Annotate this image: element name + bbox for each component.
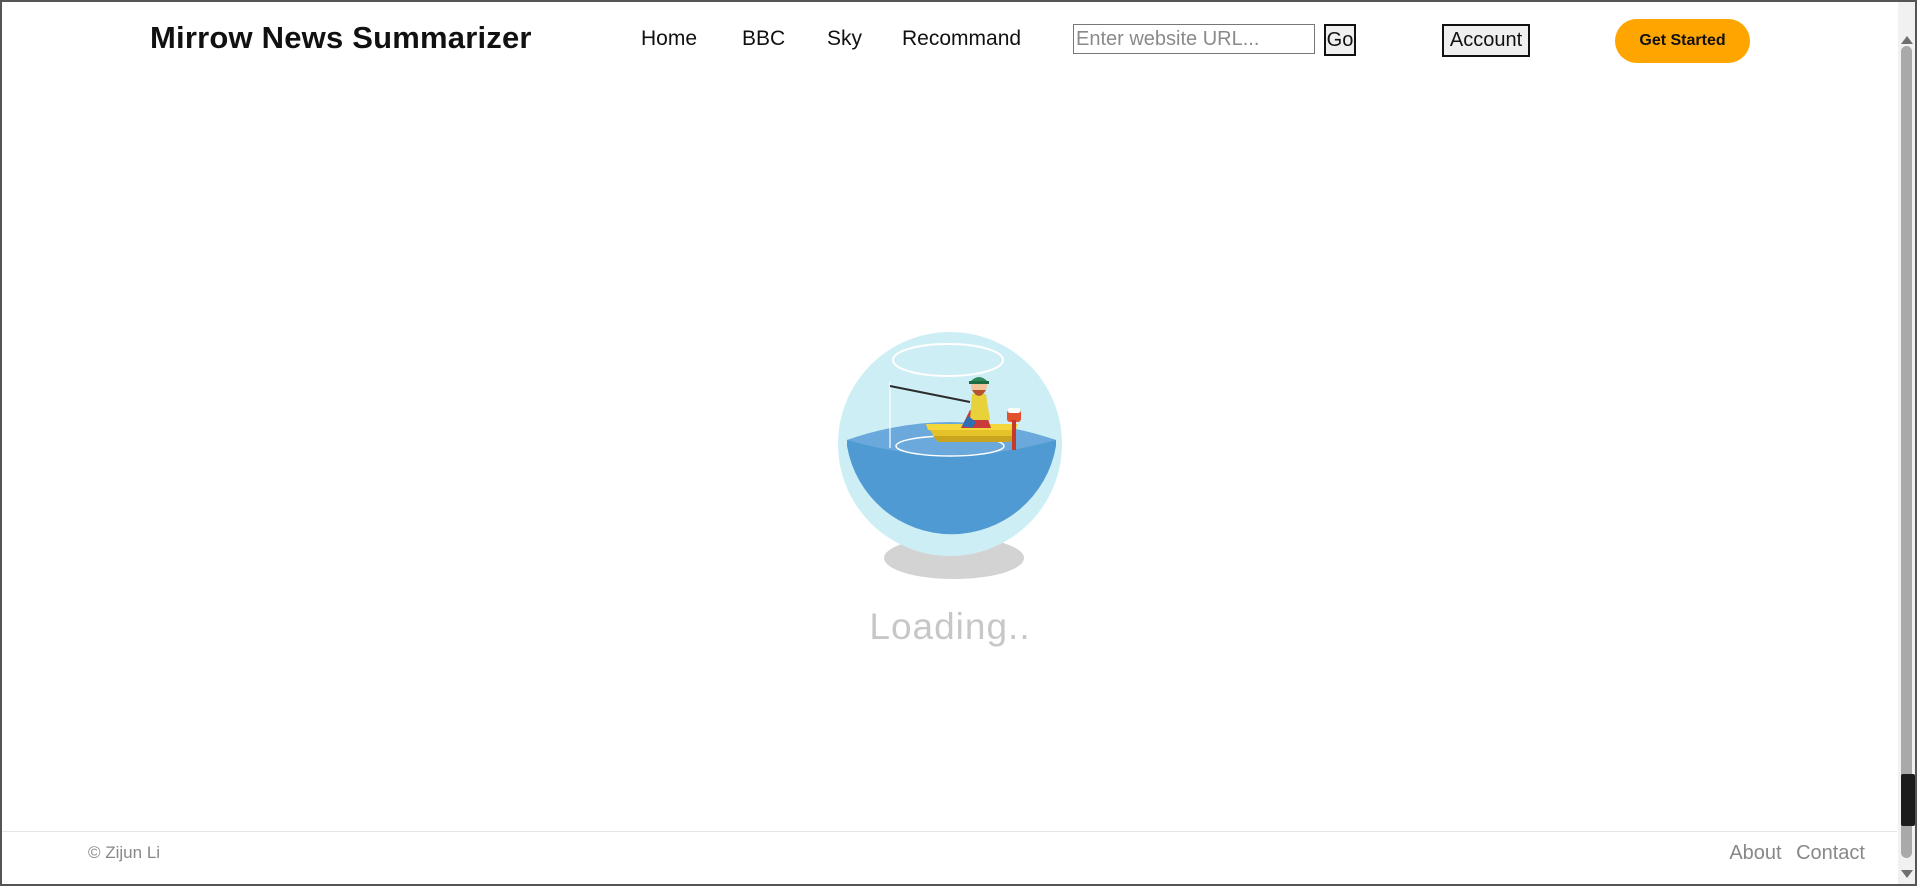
footer-contact-link[interactable]: Contact (1796, 842, 1865, 864)
fisherman-in-boat-globe-icon (838, 332, 1062, 579)
account-button[interactable]: Account (1442, 24, 1530, 57)
scroll-down-arrow-icon[interactable] (1901, 870, 1913, 878)
loading-illustration (836, 330, 1068, 590)
footer: © Zijun Li About Contact (2, 831, 1897, 887)
nav-sky[interactable]: Sky (827, 27, 862, 51)
nav-home[interactable]: Home (641, 27, 697, 51)
scroll-up-arrow-icon[interactable] (1901, 36, 1913, 44)
footer-links: About Contact (1719, 842, 1865, 865)
scrollbar-thumb[interactable] (1901, 46, 1912, 858)
brand-title[interactable]: Mirrow News Summarizer (150, 20, 532, 56)
url-input[interactable] (1073, 24, 1315, 54)
go-button[interactable]: Go (1324, 24, 1356, 56)
top-navbar: Mirrow News Summarizer Home BBC Sky Reco… (2, 2, 1892, 82)
get-started-button[interactable]: Get Started (1615, 19, 1750, 63)
nav-bbc[interactable]: BBC (742, 27, 785, 51)
copyright-text: © Zijun Li (88, 843, 161, 862)
footer-about-link[interactable]: About (1729, 842, 1781, 864)
loading-text: Loading.. (869, 606, 1031, 647)
vertical-scrollbar[interactable] (1898, 2, 1915, 884)
nav-recommand[interactable]: Recommand (902, 27, 1021, 51)
floating-widget-handle[interactable] (1901, 774, 1915, 826)
